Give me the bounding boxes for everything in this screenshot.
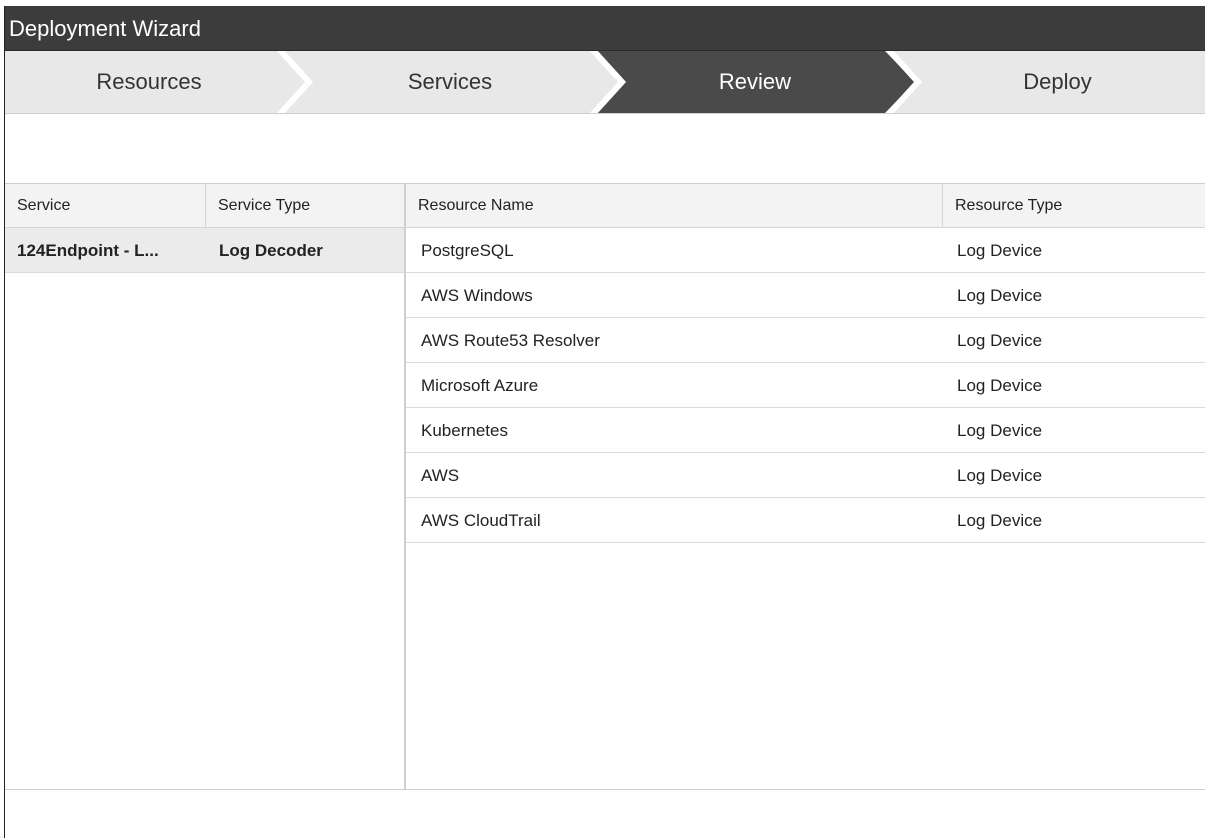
step-resources-label: Resources — [96, 69, 202, 94]
column-header-service[interactable]: Service — [5, 184, 205, 228]
table-row[interactable]: 124Endpoint - L... Log Decoder — [5, 228, 404, 273]
table-row[interactable]: Microsoft Azure Log Device — [406, 363, 1205, 408]
service-type-cell: Log Decoder — [219, 241, 323, 260]
resource-name-cell: AWS — [421, 466, 460, 485]
table-row[interactable]: AWS CloudTrail Log Device — [406, 498, 1205, 543]
resource-type-cell: Log Device — [957, 511, 1043, 530]
resource-name-cell: AWS Route53 Resolver — [421, 331, 600, 350]
window-title: Deployment Wizard — [5, 6, 1205, 51]
resource-type-cell: Log Device — [957, 466, 1043, 485]
deployment-wizard-window: Deployment Wizard Resources Services Rev… — [4, 6, 1205, 838]
table-row[interactable]: AWS Log Device — [406, 453, 1205, 498]
column-header-resource-name[interactable]: Resource Name — [406, 184, 942, 228]
column-header-resource-type[interactable]: Resource Type — [942, 184, 1205, 228]
services-table: Service Service Type 124Endpoint - L... … — [5, 183, 406, 790]
resource-type-cell: Log Device — [957, 331, 1043, 350]
resource-name-cell: Microsoft Azure — [421, 376, 539, 395]
resource-type-cell: Log Device — [957, 286, 1043, 305]
resource-name-cell: Kubernetes — [421, 421, 508, 440]
resource-name-cell: AWS Windows — [421, 286, 533, 305]
table-row[interactable]: AWS Route53 Resolver Log Device — [406, 318, 1205, 363]
step-services-label: Services — [407, 69, 493, 94]
resource-name-cell: PostgreSQL — [421, 241, 514, 260]
step-deploy-label: Deploy — [1023, 69, 1092, 94]
resource-type-cell: Log Device — [957, 376, 1043, 395]
table-row[interactable]: PostgreSQL Log Device — [406, 228, 1205, 273]
service-cell: 124Endpoint - L... — [17, 241, 159, 260]
column-header-service-type[interactable]: Service Type — [205, 184, 404, 228]
wizard-steps: Resources Services Review Deploy — [5, 51, 1205, 114]
resource-type-cell: Log Device — [957, 421, 1043, 440]
resource-name-cell: AWS CloudTrail — [421, 511, 541, 530]
table-row[interactable]: AWS Windows Log Device — [406, 273, 1205, 318]
table-row[interactable]: Kubernetes Log Device — [406, 408, 1205, 453]
resources-table: Resource Name Resource Type PostgreSQL L… — [406, 183, 1205, 790]
resource-type-cell: Log Device — [957, 241, 1043, 260]
step-review-label: Review — [718, 69, 792, 94]
